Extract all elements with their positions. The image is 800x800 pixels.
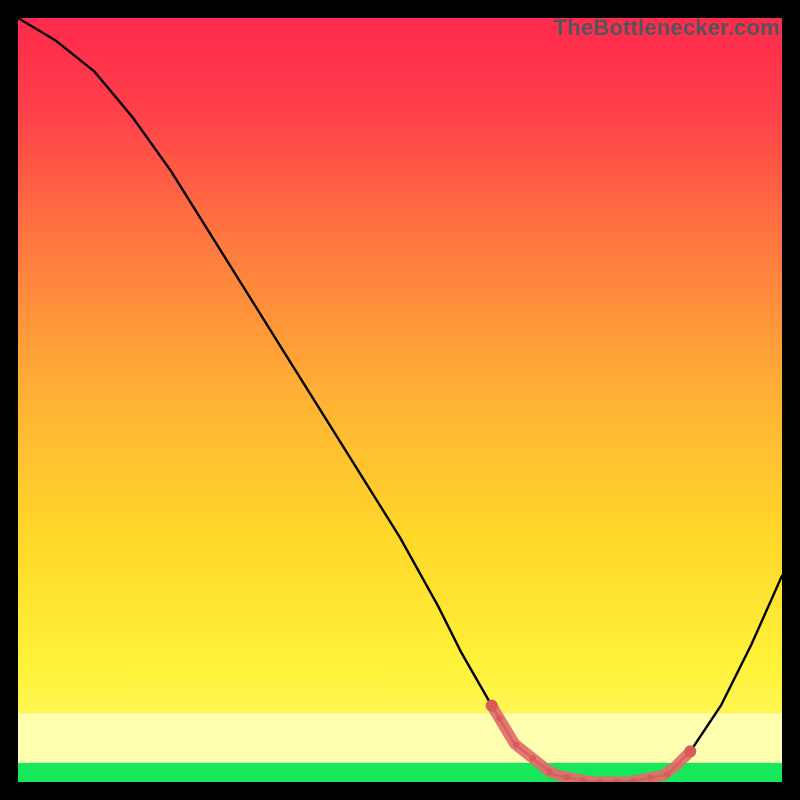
highlight-dot	[647, 774, 654, 781]
chart-frame: TheBottlenecker.com	[18, 18, 782, 782]
yellow-band	[18, 713, 782, 763]
bottleneck-chart	[18, 18, 782, 782]
gradient-bg	[18, 18, 782, 782]
highlight-cap-left	[486, 700, 498, 712]
highlight-dot	[546, 769, 553, 776]
highlight-dot	[513, 742, 520, 749]
highlight-dot	[664, 771, 671, 778]
watermark-text: TheBottlenecker.com	[554, 15, 780, 41]
highlight-cap-right	[684, 745, 696, 757]
highlight-dot	[496, 715, 503, 722]
highlight-dot	[530, 755, 537, 762]
highlight-dot	[563, 774, 570, 781]
